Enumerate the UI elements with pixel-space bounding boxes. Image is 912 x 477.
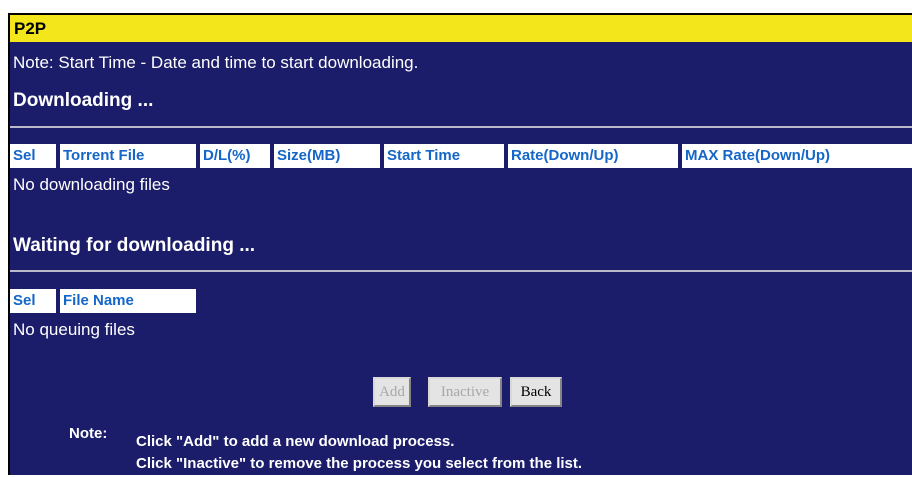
col-size-mb: Size(MB)	[274, 144, 380, 168]
col-torrent-file: Torrent File	[60, 144, 196, 168]
downloading-table-header: Sel Torrent File D/L(%) Size(MB) Start T…	[10, 144, 912, 168]
waiting-table-header: Sel File Name	[10, 289, 196, 313]
waiting-divider	[10, 270, 912, 272]
col-rate: Rate(Down/Up)	[508, 144, 678, 168]
downloading-section-title: Downloading ...	[13, 90, 154, 111]
col-start-time: Start Time	[384, 144, 504, 168]
col-file-name: File Name	[60, 289, 196, 313]
col-sel: Sel	[10, 144, 56, 168]
back-button[interactable]: Back	[510, 377, 562, 407]
start-time-note: Note: Start Time - Date and time to star…	[13, 53, 419, 72]
col-max-rate: MAX Rate(Down/Up)	[682, 144, 912, 168]
page-title: P2P	[10, 15, 912, 42]
inactive-button[interactable]: Inactive	[428, 377, 502, 407]
add-button[interactable]: Add	[373, 377, 411, 407]
footer-note-add: Click "Add" to add a new download proces…	[136, 433, 455, 450]
col-sel: Sel	[10, 289, 56, 313]
waiting-section-title: Waiting for downloading ...	[13, 235, 256, 256]
downloading-divider	[10, 126, 912, 128]
p2p-panel: P2P Note: Start Time - Date and time to …	[8, 13, 912, 475]
col-dl-percent: D/L(%)	[200, 144, 270, 168]
footer-note-inactive: Click "Inactive" to remove the process y…	[136, 455, 583, 472]
waiting-empty-message: No queuing files	[13, 320, 135, 339]
footer-note-label: Note:	[69, 425, 108, 442]
downloading-empty-message: No downloading files	[13, 175, 170, 194]
